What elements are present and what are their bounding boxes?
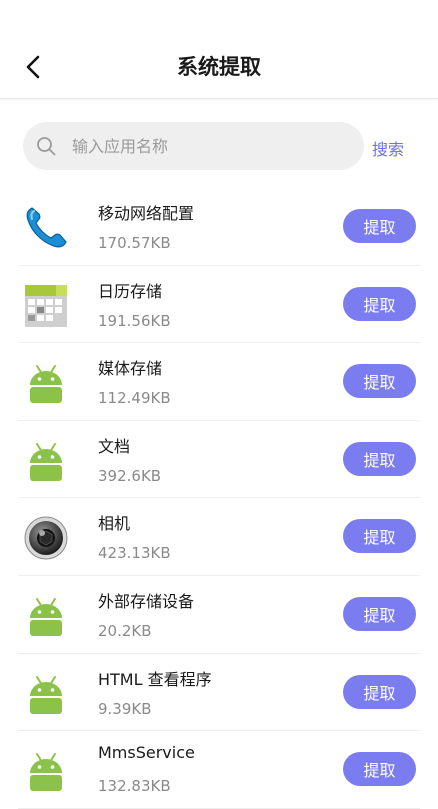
extract-button[interactable]: 提取 (343, 441, 416, 476)
android-icon (22, 437, 70, 485)
app-size: 9.39KB (98, 699, 152, 718)
extract-button[interactable]: 提取 (343, 364, 416, 399)
app-list: 移动网络配置 170.57KB 提取 日历存储 191.56KB 提取 媒体存储 112.49… (18, 188, 420, 809)
android-icon (22, 670, 70, 718)
app-name: 外部存储设备 (98, 591, 195, 611)
extract-button[interactable]: 提取 (343, 209, 416, 243)
app-list-item: 文档 392.6KB 提取 (18, 421, 420, 499)
extract-button[interactable]: 提取 (343, 674, 416, 709)
android-icon (22, 747, 70, 795)
app-name: 文档 (98, 436, 131, 456)
app-size: 191.56KB (98, 311, 171, 330)
app-header: 系统提取 (0, 0, 438, 99)
search-icon (36, 136, 56, 156)
search-bar (23, 122, 364, 170)
calendar-icon (22, 282, 70, 330)
app-name: 日历存储 (98, 281, 163, 301)
search-button[interactable]: 搜索 (372, 136, 404, 160)
app-size: 132.83KB (98, 777, 171, 796)
app-size: 392.6KB (98, 466, 162, 485)
camera-icon (22, 514, 70, 562)
page-title: 系统提取 (177, 55, 261, 79)
app-list-item: MmsService 132.83KB 提取 (18, 731, 420, 809)
extract-button[interactable]: 提取 (343, 596, 416, 631)
app-list-item: 移动网络配置 170.57KB 提取 (18, 188, 420, 266)
app-name: 移动网络配置 (98, 204, 195, 223)
app-name: 相机 (98, 514, 131, 534)
app-size: 423.13KB (98, 544, 171, 563)
app-name: MmsService (98, 743, 195, 763)
extract-button[interactable]: 提取 (343, 286, 416, 321)
extract-button[interactable]: 提取 (343, 519, 416, 554)
android-icon (22, 592, 70, 640)
app-size: 170.57KB (98, 234, 171, 252)
extract-button[interactable]: 提取 (343, 752, 416, 787)
app-list-item: HTML 查看程序 9.39KB 提取 (18, 654, 420, 732)
app-list-item: 日历存储 191.56KB 提取 (18, 266, 420, 344)
app-size: 20.2KB (98, 621, 152, 640)
app-list-item: 外部存储设备 20.2KB 提取 (18, 576, 420, 654)
app-list-item: 媒体存储 112.49KB 提取 (18, 343, 420, 421)
phone-icon (22, 204, 70, 252)
search-input[interactable] (70, 135, 334, 157)
app-list-item: 相机 423.13KB 提取 (18, 498, 420, 576)
android-icon (22, 359, 70, 407)
app-name: 媒体存储 (98, 359, 163, 379)
app-size: 112.49KB (98, 389, 171, 408)
app-name: HTML 查看程序 (98, 669, 212, 689)
